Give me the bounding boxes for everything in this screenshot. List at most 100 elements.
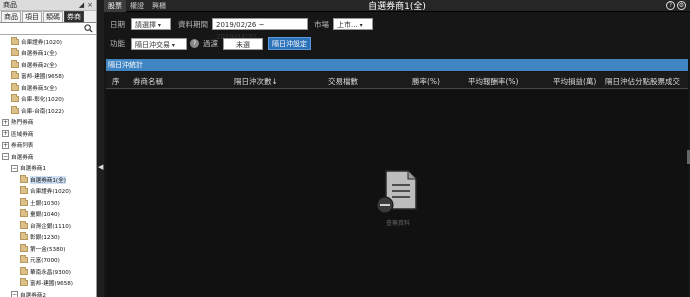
tree-item[interactable]: − 自選券商1 xyxy=(0,163,96,175)
filter-label: 過濾 xyxy=(203,39,218,48)
tree-item[interactable]: 第一金(5380) xyxy=(0,243,96,255)
col-header-trades[interactable]: 交易檔數 xyxy=(328,76,358,87)
date-select[interactable]: 請選擇 xyxy=(131,18,171,30)
date-label: 日期 xyxy=(110,19,125,29)
tree-item[interactable]: 自選券商3(全) xyxy=(0,82,96,94)
main-window: 股票權證興櫃 自選券商1(全) ? ⚙ 日期 請選擇 資料期間 2019/02/… xyxy=(104,0,690,297)
tree-item[interactable]: 華南永昌(9300) xyxy=(0,266,96,278)
period-field[interactable]: 2019/02/26 ~ 2019/04/30 xyxy=(212,18,308,41)
col-header-winrate[interactable]: 勝率(%) xyxy=(412,76,440,87)
tree-item[interactable]: 合庫證券(1020) xyxy=(0,186,96,198)
panel-search[interactable] xyxy=(0,23,96,35)
tree-item[interactable]: 自選券商1(全) xyxy=(0,48,96,60)
symbol-panel: 商品 ◢ × 商品 項目 類碼 券商 合庫證券(1020) 自選券商1(全) 自選券商2(… xyxy=(0,0,97,297)
tree-item-label: 第一金(5380) xyxy=(30,246,66,253)
market-tab[interactable]: 權證 xyxy=(126,0,148,12)
tree-item-label: 合庫-台南(1022) xyxy=(21,108,64,115)
tree-item[interactable]: + 熱門券商 xyxy=(0,117,96,129)
folder-icon xyxy=(20,209,28,218)
day-trade-settings-button[interactable]: 隔日沖設定 xyxy=(268,37,311,50)
folder-icon xyxy=(11,36,19,45)
tree-item[interactable]: 元富(7000) xyxy=(0,255,96,267)
folder-icon xyxy=(11,82,19,91)
collapse-icon[interactable]: − xyxy=(11,291,18,297)
tree-item[interactable]: + 券商列表 xyxy=(0,140,96,152)
tree-item-label: 券商列表 xyxy=(11,143,34,150)
folder-icon xyxy=(20,232,28,241)
tree-item[interactable]: 土銀(1030) xyxy=(0,197,96,209)
folder-icon xyxy=(11,48,19,57)
tree-item[interactable]: 合庫-台南(1022) xyxy=(0,105,96,117)
function-select[interactable]: 隔日沖交易 xyxy=(131,37,187,50)
window-header: 股票 權證 興櫃 自選券商1(全) ? ⚙ xyxy=(104,0,690,12)
broker-tree: 合庫證券(1020) 自選券商1(全) 自選券商2(全) 富邦-建國(9658) 自選券… xyxy=(0,35,96,297)
tree-item[interactable]: − 自選券商2 xyxy=(0,289,96,297)
col-header-broker[interactable]: 券商名稱 xyxy=(133,76,163,87)
tree-item[interactable]: 富邦-建國(9658) xyxy=(0,278,96,290)
market-tab[interactable]: 興櫃 xyxy=(148,0,170,12)
folder-icon xyxy=(11,71,19,80)
search-icon[interactable] xyxy=(84,24,93,33)
tree-item[interactable]: 臺銀(1040) xyxy=(0,209,96,221)
col-header-index[interactable]: 序 xyxy=(112,76,120,87)
help-icon[interactable]: ? xyxy=(666,1,675,10)
tree-item-label: 自選券商2(全) xyxy=(21,62,57,69)
tree-item[interactable]: 合庫-彰化(1020) xyxy=(0,94,96,106)
collapse-icon[interactable]: − xyxy=(11,164,18,172)
panel-tabs: 商品 項目 類碼 券商 xyxy=(0,11,96,23)
tree-item[interactable]: 合庫證券(1020) xyxy=(0,36,96,48)
expand-icon[interactable]: + xyxy=(2,141,9,149)
panel-tab[interactable]: 券商 xyxy=(64,11,84,22)
panel-title: 商品 xyxy=(3,1,17,9)
close-icon[interactable]: × xyxy=(87,1,93,9)
panel-tab[interactable]: 項目 xyxy=(22,11,42,22)
tree-item[interactable]: + 區域券商 xyxy=(0,128,96,140)
tree-item-label: 台灣企銀(1110) xyxy=(30,223,71,230)
tree-item[interactable]: 彰銀(1230) xyxy=(0,232,96,244)
tree-item-label: 土銀(1030) xyxy=(30,200,60,207)
tree-item-label: 熱門券商 xyxy=(11,120,34,127)
folder-icon xyxy=(20,197,28,206)
section-title: 隔日沖統計 xyxy=(106,59,688,71)
folder-icon xyxy=(20,266,28,275)
panel-tab[interactable]: 類碼 xyxy=(43,11,63,22)
collapse-arrow-icon[interactable]: ◀ xyxy=(98,163,103,171)
help-icon[interactable]: ? xyxy=(190,39,199,48)
collapse-icon[interactable]: − xyxy=(2,153,9,161)
table-body: 查無資料 xyxy=(106,90,688,297)
expand-icon[interactable]: + xyxy=(2,130,9,138)
tree-item-label: 自選券商3(全) xyxy=(21,85,57,92)
expand-icon[interactable]: + xyxy=(2,118,9,126)
filter-field[interactable]: 未選 xyxy=(223,37,263,50)
tree-item[interactable]: 自選券商1(全) xyxy=(0,174,96,186)
settings-icon[interactable]: ⚙ xyxy=(677,1,686,10)
folder-icon xyxy=(20,220,28,229)
folder-icon xyxy=(11,94,19,103)
no-data-icon xyxy=(376,170,417,214)
tree-item-label: 自選券商1(全) xyxy=(30,175,66,184)
market-tab[interactable]: 股票 xyxy=(104,0,126,12)
tree-item[interactable]: − 自選券商 xyxy=(0,151,96,163)
market-tabs: 股票 權證 興櫃 xyxy=(104,0,170,12)
folder-icon xyxy=(11,59,19,68)
col-header-share[interactable]: 隔日沖佔分點股票成交 xyxy=(605,76,680,87)
folder-icon xyxy=(20,243,28,252)
panel-tab[interactable]: 商品 xyxy=(1,11,21,22)
tree-item-label: 臺銀(1040) xyxy=(30,212,60,219)
pin-icon[interactable]: ◢ xyxy=(79,1,84,9)
filter-row-2: 功能 隔日沖交易 ? 過濾 未選 隔日沖設定 xyxy=(110,37,311,50)
tree-item-label: 合庫證券(1020) xyxy=(21,39,62,46)
window-title: 自選券商1(全) xyxy=(368,2,426,12)
col-header-avg-pnl[interactable]: 平均損益(萬) xyxy=(553,76,596,87)
market-label: 市場 xyxy=(314,19,329,29)
empty-message: 查無資料 xyxy=(385,220,410,227)
col-header-count[interactable]: 隔日沖次數↓ xyxy=(234,76,278,87)
tree-item-label: 合庫證券(1020) xyxy=(30,189,71,196)
tree-item[interactable]: 台灣企銀(1110) xyxy=(0,220,96,232)
tree-item[interactable]: 富邦-建國(9658) xyxy=(0,71,96,83)
panel-splitter[interactable]: ◀ xyxy=(97,0,104,297)
folder-icon xyxy=(20,255,28,264)
tree-item[interactable]: 自選券商2(全) xyxy=(0,59,96,71)
col-header-avg-return[interactable]: 平均報酬率(%) xyxy=(468,76,518,87)
market-select[interactable]: 上市... xyxy=(333,18,373,30)
